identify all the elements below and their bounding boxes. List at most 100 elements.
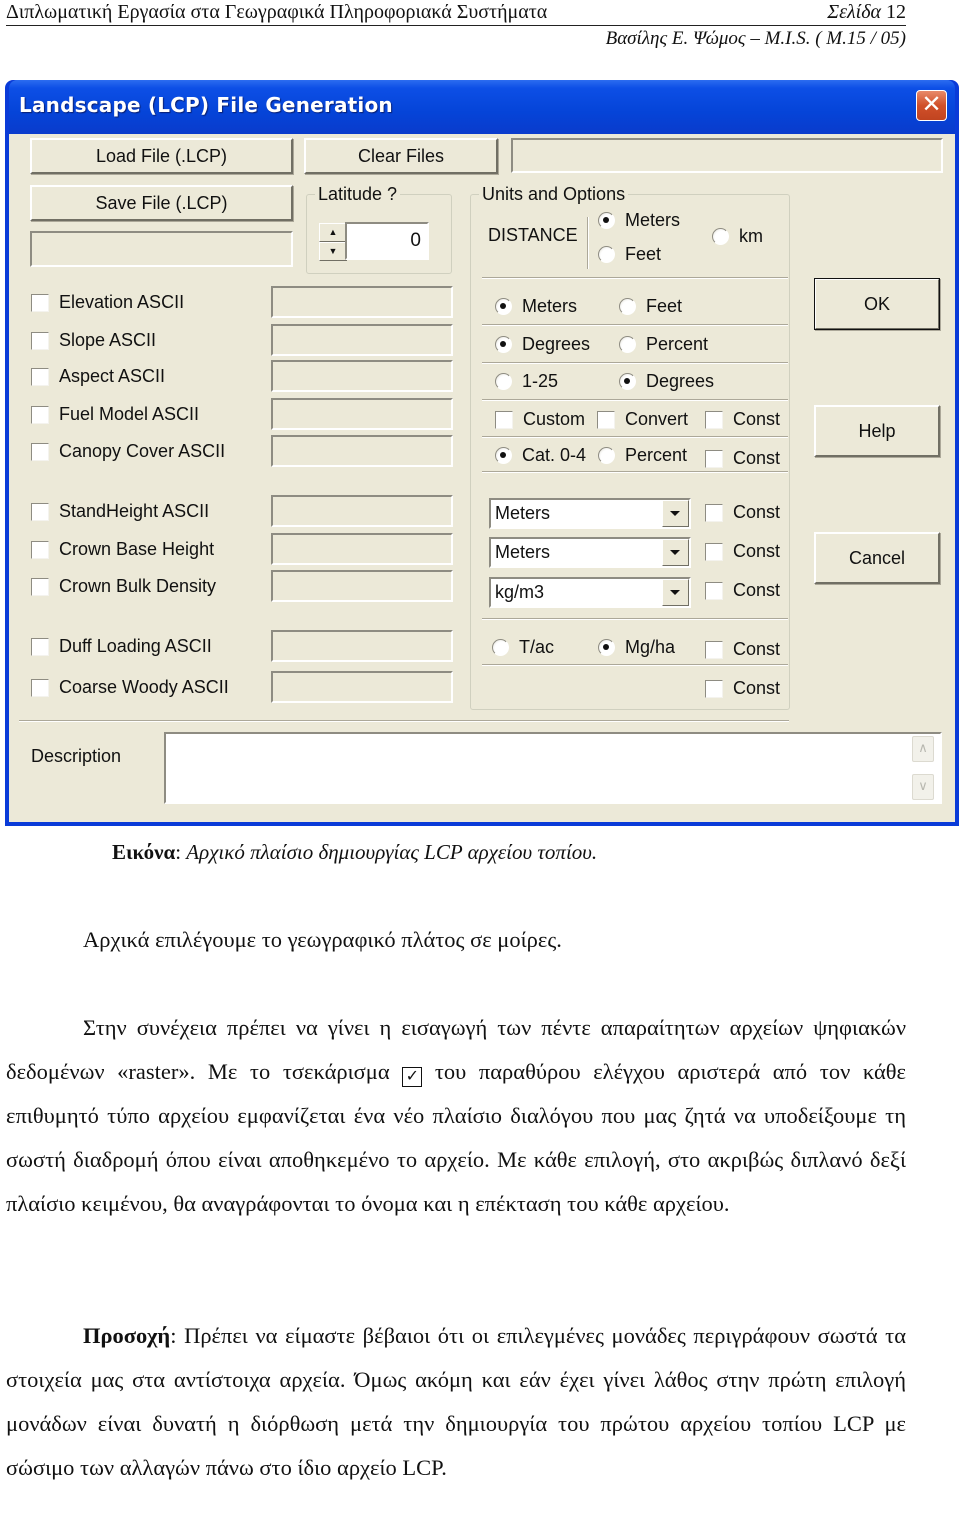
lcp-file-path-field[interactable] — [511, 138, 943, 173]
checkbox-icon — [705, 449, 723, 468]
clear-files-button[interactable]: Clear Files — [304, 138, 498, 174]
latitude-spin-up[interactable]: ▲ — [319, 223, 347, 242]
duff-const-checkbox[interactable]: Const — [705, 639, 780, 660]
crown-bulk-const-checkbox[interactable]: Const — [705, 580, 780, 601]
layer-checkbox-fuel-model-ascii[interactable]: Fuel Model ASCII — [31, 404, 199, 425]
checkbox-icon — [31, 637, 49, 656]
fuel-convert-checkbox[interactable]: Convert — [597, 409, 688, 430]
layer-file-field-elevation-ascii[interactable] — [271, 286, 453, 318]
close-x-icon: ✕ — [921, 90, 942, 118]
layer-file-field-standheight-ascii[interactable] — [271, 495, 453, 527]
radio-selected-icon — [619, 373, 636, 390]
layer-file-field-slope-ascii[interactable] — [271, 324, 453, 356]
canopy-cat-radio[interactable]: Cat. 0-4 — [495, 445, 586, 466]
latitude-input[interactable]: 0 — [345, 222, 429, 260]
select-value: kg/m3 — [495, 582, 545, 602]
layer-checkbox-slope-ascii[interactable]: Slope ASCII — [31, 330, 156, 351]
checkbox-label: Const — [733, 409, 781, 429]
checkbox-icon — [31, 502, 49, 521]
units-options-label: Units and Options — [479, 183, 629, 205]
checkbox-icon — [31, 678, 49, 697]
layer-checkbox-crown-base-height[interactable]: Crown Base Height — [31, 539, 214, 560]
distance-meters-radio[interactable]: Meters — [598, 210, 680, 231]
latitude-spin-down[interactable]: ▼ — [319, 242, 347, 261]
radio-label: Mg/ha — [625, 637, 676, 657]
fuel-custom-checkbox[interactable]: Custom — [495, 409, 585, 430]
separator — [482, 618, 788, 620]
description-textarea[interactable] — [164, 732, 942, 804]
scroll-down-button[interactable]: ∨ — [912, 774, 934, 800]
distance-feet-radio[interactable]: Feet — [598, 244, 661, 265]
radio-icon — [598, 246, 615, 263]
distance-km-radio[interactable]: km — [712, 226, 763, 247]
dialog-titlebar[interactable]: Landscape (LCP) File Generation ✕ — [9, 80, 955, 134]
cancel-button[interactable]: Cancel — [814, 532, 940, 584]
elevation-feet-radio[interactable]: Feet — [619, 296, 682, 317]
stand-height-unit-select[interactable]: Meters — [489, 498, 691, 529]
layer-file-field-crown-bulk-density[interactable] — [271, 570, 453, 602]
header-rule: Διπλωματική Εργασία στα Γεωγραφικά Πληρο… — [6, 0, 906, 26]
slope-degrees-radio[interactable]: Degrees — [495, 334, 590, 355]
fuel-const-checkbox[interactable]: Const — [705, 409, 780, 430]
save-file-button[interactable]: Save File (.LCP) — [30, 185, 293, 221]
aspect-1-25-radio[interactable]: 1-25 — [495, 371, 558, 392]
checkbox-icon — [31, 405, 49, 424]
radio-icon — [619, 336, 636, 353]
canopy-percent-radio[interactable]: Percent — [598, 445, 687, 466]
checkbox-icon — [31, 540, 49, 559]
chevron-down-icon[interactable] — [662, 579, 689, 606]
lcp-dialog-window: Landscape (LCP) File Generation ✕ Load F… — [5, 80, 959, 826]
checkbox-label: Aspect ASCII — [59, 366, 166, 386]
checked-box-icon: ✓ — [402, 1067, 423, 1087]
layer-checkbox-elevation-ascii[interactable]: Elevation ASCII — [31, 292, 184, 313]
spin-up-icon: ▲ — [328, 227, 338, 237]
spin-down-icon: ▼ — [328, 246, 338, 256]
radio-label: Meters — [625, 210, 681, 230]
paragraph-2: Στην συνέχεια πρέπει να γίνει η εισαγωγή… — [6, 1006, 906, 1226]
scroll-up-button[interactable]: ∧ — [912, 736, 934, 762]
layer-file-field-canopy-cover-ascii[interactable] — [271, 435, 453, 467]
chevron-down-icon[interactable] — [662, 500, 689, 527]
elevation-meters-radio[interactable]: Meters — [495, 296, 577, 317]
checkbox-label: Coarse Woody ASCII — [59, 677, 229, 697]
layer-checkbox-aspect-ascii[interactable]: Aspect ASCII — [31, 366, 165, 387]
caption-label: Εικόνα — [112, 840, 176, 864]
layer-checkbox-canopy-cover-ascii[interactable]: Canopy Cover ASCII — [31, 441, 225, 462]
aspect-degrees-radio[interactable]: Degrees — [619, 371, 714, 392]
checkbox-icon — [705, 503, 723, 522]
ok-button[interactable]: OK — [814, 278, 940, 330]
layer-file-field-aspect-ascii[interactable] — [271, 360, 453, 392]
layer-checkbox-crown-bulk-density[interactable]: Crown Bulk Density — [31, 576, 216, 597]
radio-label: T/ac — [519, 637, 555, 657]
crown-base-unit-select[interactable]: Meters — [489, 537, 691, 568]
load-file-button[interactable]: Load File (.LCP) — [30, 138, 293, 174]
help-button[interactable]: Help — [814, 405, 940, 457]
close-button[interactable]: ✕ — [916, 90, 947, 121]
checkbox-icon — [31, 367, 49, 386]
layer-checkbox-coarse-woody-ascii[interactable]: Coarse Woody ASCII — [31, 677, 229, 698]
separator — [482, 324, 788, 326]
duff-mgha-radio[interactable]: Mg/ha — [598, 637, 675, 658]
coarse-woody-const-checkbox[interactable]: Const — [705, 678, 780, 699]
layer-checkbox-standheight-ascii[interactable]: StandHeight ASCII — [31, 501, 209, 522]
layer-file-field-crown-base-height[interactable] — [271, 533, 453, 565]
layer-file-field-fuel-model-ascii[interactable] — [271, 398, 453, 430]
figure-caption: Εικόνα: Αρχικό πλαίσιο δημιουργίας LCP α… — [112, 840, 597, 865]
checkbox-label: Const — [733, 639, 781, 659]
stand-height-const-checkbox[interactable]: Const — [705, 502, 780, 523]
crown-base-const-checkbox[interactable]: Const — [705, 541, 780, 562]
layer-checkbox-duff-loading-ascii[interactable]: Duff Loading ASCII — [31, 636, 212, 657]
separator — [19, 720, 789, 722]
separator — [482, 362, 788, 364]
chevron-up-icon: ∧ — [918, 741, 928, 756]
slope-percent-radio[interactable]: Percent — [619, 334, 708, 355]
canopy-const-checkbox[interactable]: Const — [705, 448, 780, 469]
distance-separator — [587, 217, 589, 269]
radio-label: Degrees — [646, 371, 715, 391]
layer-file-field-coarse-woody-ascii[interactable] — [271, 671, 453, 703]
duff-tac-radio[interactable]: T/ac — [492, 637, 554, 658]
chevron-down-icon[interactable] — [662, 539, 689, 566]
crown-bulk-unit-select[interactable]: kg/m3 — [489, 577, 691, 608]
page-label: Σελίδα — [827, 1, 881, 23]
layer-file-field-duff-loading-ascii[interactable] — [271, 630, 453, 662]
